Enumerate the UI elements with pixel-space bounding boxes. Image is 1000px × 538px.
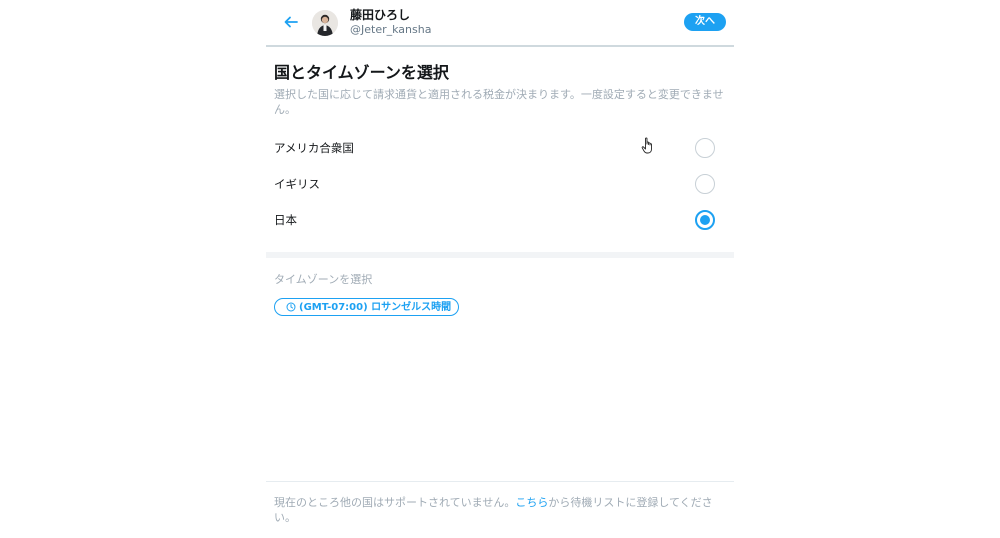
country-option-usa[interactable]: アメリカ合衆国	[266, 138, 734, 176]
clock-icon	[286, 302, 296, 312]
section-divider	[266, 252, 734, 258]
country-label: 日本	[274, 213, 297, 227]
chevron-down-icon	[441, 304, 449, 310]
footer-divider	[266, 481, 734, 482]
user-handle: @Jeter_kansha	[350, 23, 432, 36]
footer-text-before: 現在のところ他の国はサポートされていません。	[274, 496, 516, 509]
header: 藤田ひろし @Jeter_kansha 次へ	[266, 0, 734, 47]
footer-note: 現在のところ他の国はサポートされていません。こちらから待機リストに登録してくださ…	[274, 495, 722, 525]
avatar-image	[312, 10, 338, 36]
country-option-uk[interactable]: イギリス	[266, 174, 734, 212]
country-timezone-panel: 藤田ひろし @Jeter_kansha 次へ 国とタイムゾーンを選択 選択した国…	[266, 0, 734, 538]
back-arrow-icon[interactable]	[282, 13, 300, 31]
country-label: イギリス	[274, 177, 320, 191]
waitlist-link[interactable]: こちら	[515, 496, 548, 509]
page-title: 国とタイムゾーンを選択	[274, 63, 449, 82]
timezone-label: タイムゾーンを選択	[274, 273, 373, 286]
radio-button[interactable]	[695, 174, 715, 194]
country-option-japan[interactable]: 日本	[266, 210, 734, 248]
user-name: 藤田ひろし	[350, 8, 411, 22]
timezone-value: (GMT-07:00) ロサンゼルス時間	[299, 302, 452, 313]
radio-button-selected[interactable]	[695, 210, 715, 230]
pointer-hand-cursor	[641, 137, 652, 154]
page-description: 選択した国に応じて請求通貨と適用される税金が決まります。一度設定すると変更できま…	[274, 88, 724, 116]
timezone-dropdown[interactable]: (GMT-07:00) ロサンゼルス時間	[274, 298, 459, 316]
avatar[interactable]	[312, 10, 338, 36]
next-button[interactable]: 次へ	[684, 13, 726, 31]
radio-button[interactable]	[695, 138, 715, 158]
country-label: アメリカ合衆国	[274, 141, 354, 155]
